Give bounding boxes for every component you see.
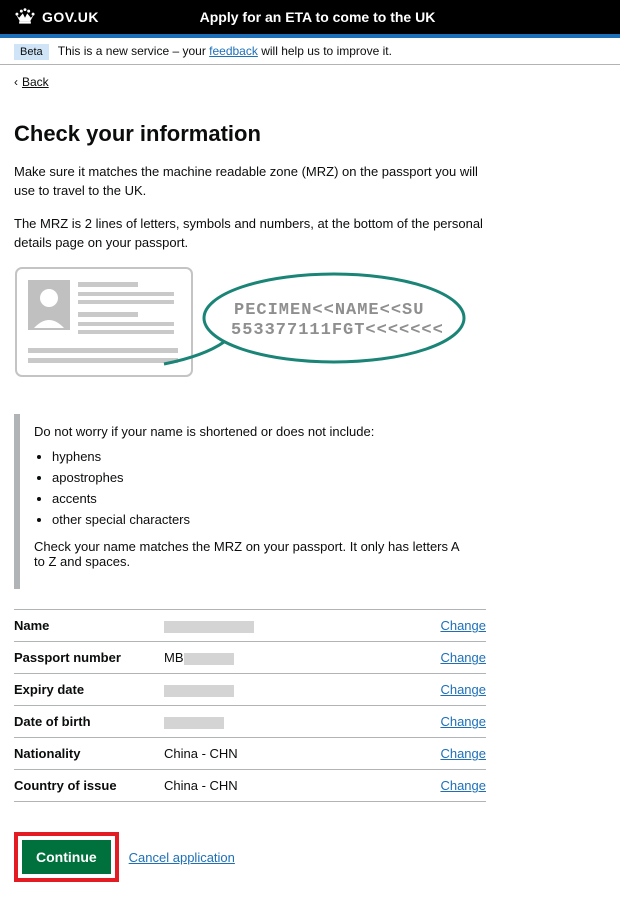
- beta-tag: Beta: [14, 44, 49, 60]
- summary-row: Name Change: [14, 610, 486, 642]
- summary-value: [164, 618, 440, 633]
- change-link[interactable]: Change: [440, 746, 486, 761]
- summary-value: [164, 682, 440, 697]
- redacted-block: [184, 653, 234, 665]
- summary-key: Country of issue: [14, 778, 164, 793]
- govuk-logo[interactable]: GOV.UK: [14, 8, 99, 26]
- redacted-block: [164, 717, 224, 729]
- summary-value: [164, 714, 440, 729]
- continue-button[interactable]: Continue: [22, 840, 111, 874]
- summary-key: Name: [14, 618, 164, 633]
- inset-tail: Check your name matches the MRZ on your …: [34, 539, 472, 569]
- summary-value: China - CHN: [164, 746, 440, 761]
- page-title: Check your information: [14, 121, 486, 147]
- change-link[interactable]: Change: [440, 618, 486, 633]
- govuk-logo-text: GOV.UK: [42, 9, 99, 25]
- inset-item: hyphens: [52, 449, 472, 464]
- summary-row: NationalityChina - CHNChange: [14, 738, 486, 770]
- svg-text:553377111FGT<<<<<<<: 553377111FGT<<<<<<<: [231, 321, 444, 340]
- summary-row: Country of issueChina - CHNChange: [14, 770, 486, 802]
- inset-lead: Do not worry if your name is shortened o…: [34, 424, 472, 439]
- inset-list: hyphens apostrophes accents other specia…: [52, 449, 472, 527]
- gov-header: GOV.UK Apply for an ETA to come to the U…: [0, 0, 620, 34]
- actions-row: Continue Cancel application: [14, 832, 486, 882]
- summary-key: Date of birth: [14, 714, 164, 729]
- passport-mrz-illustration: PECIMEN<<NAME<<SU 553377111FGT<<<<<<<: [14, 266, 486, 396]
- change-link[interactable]: Change: [440, 778, 486, 793]
- redacted-block: [164, 621, 254, 633]
- change-link[interactable]: Change: [440, 714, 486, 729]
- summary-key: Nationality: [14, 746, 164, 761]
- summary-key: Expiry date: [14, 682, 164, 697]
- summary-row: Expiry date Change: [14, 674, 486, 706]
- phase-banner: Beta This is a new service – your feedba…: [0, 38, 620, 65]
- summary-key: Passport number: [14, 650, 164, 665]
- redacted-block: [164, 685, 234, 697]
- annotation-highlight: Continue: [14, 832, 119, 882]
- summary-value: MB: [164, 650, 440, 665]
- back-caret-icon: ‹: [14, 75, 18, 89]
- back-link[interactable]: Back: [22, 75, 49, 89]
- inset-text: Do not worry if your name is shortened o…: [14, 414, 486, 589]
- cancel-link[interactable]: Cancel application: [129, 850, 235, 865]
- inset-item: apostrophes: [52, 470, 472, 485]
- summary-value: China - CHN: [164, 778, 440, 793]
- service-name: Apply for an ETA to come to the UK: [99, 9, 536, 25]
- summary-row: Passport numberMBChange: [14, 642, 486, 674]
- summary-row: Date of birth Change: [14, 706, 486, 738]
- inset-item: accents: [52, 491, 472, 506]
- summary-list: NameChangePassport numberMBChangeExpiry …: [14, 609, 486, 802]
- crown-icon: [14, 8, 36, 26]
- inset-item: other special characters: [52, 512, 472, 527]
- phase-text-before: This is a new service – your: [58, 44, 209, 58]
- change-link[interactable]: Change: [440, 682, 486, 697]
- svg-text:PECIMEN<<NAME<<SU: PECIMEN<<NAME<<SU: [234, 301, 424, 320]
- intro-text-2: The MRZ is 2 lines of letters, symbols a…: [14, 215, 486, 253]
- phase-text-after: will help us to improve it.: [258, 44, 392, 58]
- intro-text-1: Make sure it matches the machine readabl…: [14, 163, 486, 201]
- feedback-link[interactable]: feedback: [209, 44, 258, 58]
- change-link[interactable]: Change: [440, 650, 486, 665]
